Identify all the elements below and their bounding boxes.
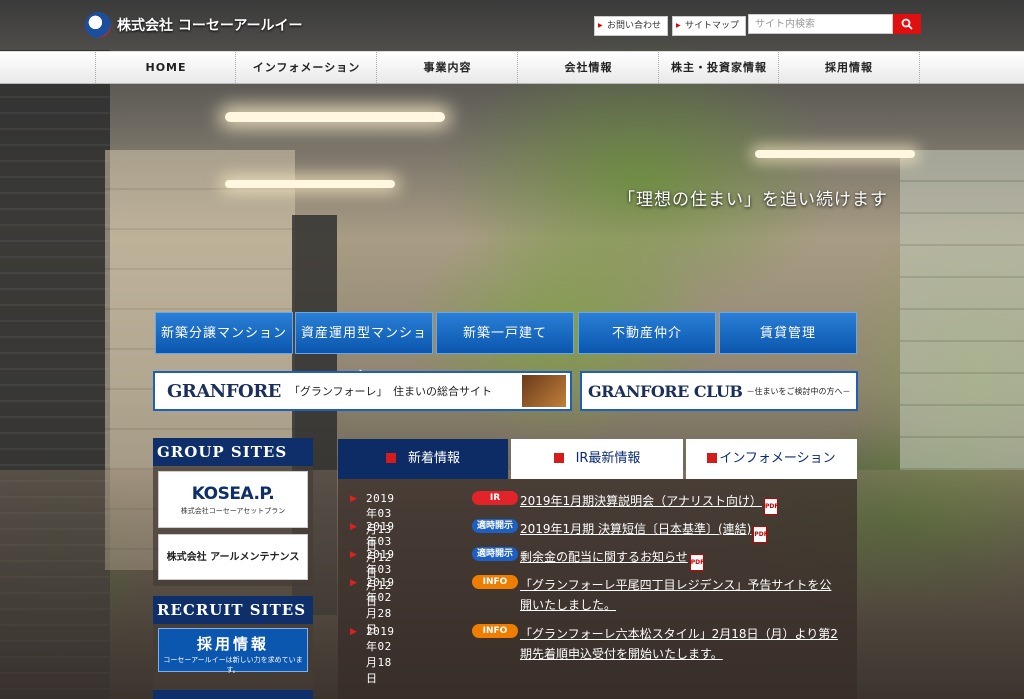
news-badge: 適時開示: [472, 547, 518, 561]
r-maintenance-name: 株式会社 アールメンテナンス: [166, 552, 300, 563]
logo-mark-icon: [85, 12, 111, 38]
tab-marker-icon: [553, 453, 564, 463]
tab-marker-icon: [385, 453, 396, 463]
news-link[interactable]: 2019年1月期決算説明会（アナリスト向け） PDF: [520, 491, 840, 515]
logo-text: 株式会社 コーセーアールイー: [117, 18, 303, 34]
category-rental-button[interactable]: 賃貸管理: [719, 312, 857, 354]
nav-information[interactable]: インフォメーション: [235, 52, 377, 83]
nav-company[interactable]: 会社情報: [517, 52, 659, 83]
koseap-logo: KOSEA.P.: [191, 484, 275, 504]
company-logo[interactable]: 株式会社 コーセーアールイー: [85, 12, 302, 38]
news-tabs: 新着情報 IR最新情報 インフォメーション: [338, 439, 857, 479]
news-title: 剰余金の配当に関するお知らせ: [520, 550, 688, 564]
news-badge: INFO: [472, 624, 518, 638]
nav-ir[interactable]: 株主・投資家情報: [658, 52, 779, 83]
granfore-club-brand: GRANFORE CLUB: [588, 381, 743, 401]
news-title: 「グランフォーレ六本松スタイル」2月18日（月）より第2期先着順申込受付を開始い…: [520, 627, 838, 661]
nav-home[interactable]: HOME: [95, 52, 236, 83]
koseap-sub: 株式会社コーセーアセットプラン: [180, 507, 286, 515]
next-section-title: [153, 690, 313, 699]
granfore-club-banner[interactable]: GRANFORE CLUB －住まいをご検討中の方へ－: [580, 371, 858, 411]
category-new-house-button[interactable]: 新築一戸建て: [436, 312, 574, 354]
news-badge: IR: [472, 491, 518, 505]
group-sites-title: GROUP SITES: [153, 438, 313, 466]
koseap-link[interactable]: KOSEA.P. 株式会社コーセーアセットプラン: [158, 471, 308, 528]
tab-ir-label: IR最新情報: [575, 451, 641, 466]
tab-information-label: インフォメーション: [719, 451, 836, 466]
tab-information[interactable]: インフォメーション: [686, 439, 857, 479]
tab-marker-icon: [707, 453, 718, 463]
arrow-icon: ▶: [350, 494, 357, 504]
pdf-icon: PDF: [763, 498, 778, 515]
news-link[interactable]: 2019年1月期 決算短信〔日本基準〕(連結) PDF: [520, 519, 840, 543]
arrow-icon: ▶: [350, 522, 357, 532]
search-icon: [901, 18, 913, 30]
tab-ir[interactable]: IR最新情報: [511, 439, 683, 479]
r-maintenance-link[interactable]: 株式会社 アールメンテナンス: [158, 534, 308, 580]
arrow-icon: ▶: [350, 627, 357, 637]
ceiling-light: [755, 150, 915, 158]
news-link[interactable]: 「グランフォーレ平尾四丁目レジデンス」予告サイトを公開いたしました。: [520, 575, 840, 615]
granfore-photo: [522, 375, 566, 407]
tab-news-label: 新着情報: [407, 451, 460, 466]
category-brokerage-button[interactable]: 不動産仲介: [578, 312, 716, 354]
tab-news[interactable]: 新着情報: [338, 439, 508, 479]
granfore-banner[interactable]: GRANFORE 「グランフォーレ」 住まいの総合サイト: [153, 371, 572, 411]
news-title: 「グランフォーレ平尾四丁目レジデンス」予告サイトを公開いたしました。: [520, 578, 832, 612]
category-investment-condo-button[interactable]: 資産運用型マンション: [295, 312, 433, 383]
news-title: 2019年1月期決算説明会（アナリスト向け）: [520, 494, 762, 508]
top-header: 株式会社 コーセーアールイー お問い合わせ サイトマップ サイト内検索: [0, 0, 1024, 50]
granfore-brand: GRANFORE: [167, 380, 281, 402]
search-button[interactable]: [893, 14, 921, 34]
nav-recruit[interactable]: 採用情報: [778, 52, 920, 83]
news-title: 2019年1月期 決算短信〔日本基準〕(連結): [520, 522, 752, 536]
main-nav: HOME インフォメーション 事業内容 会社情報 株主・投資家情報 採用情報: [0, 51, 1024, 84]
arrow-icon: ▶: [350, 550, 357, 560]
news-link[interactable]: 「グランフォーレ六本松スタイル」2月18日（月）より第2期先着順申込受付を開始い…: [520, 624, 840, 664]
news-badge: 適時開示: [472, 519, 518, 533]
ceiling-light: [225, 180, 395, 188]
recruit-link[interactable]: 採用情報 コーセーアールイーは新しい力を求めています。: [158, 628, 308, 674]
contact-link[interactable]: お問い合わせ: [594, 16, 669, 36]
nav-business[interactable]: 事業内容: [376, 52, 518, 83]
hero-tagline: 「理想の住まい」を追い続けます: [618, 190, 888, 210]
glass-facade: [900, 150, 1024, 470]
pdf-icon: PDF: [689, 554, 704, 571]
news-link[interactable]: 剰余金の配当に関するお知らせ PDF: [520, 547, 840, 571]
ceiling-light: [225, 112, 445, 122]
recruit-sites-title: RECRUIT SITES: [153, 596, 313, 624]
sitemap-link[interactable]: サイトマップ: [672, 16, 747, 36]
search-input[interactable]: サイト内検索: [748, 14, 893, 34]
recruit-main: 採用情報: [196, 635, 269, 653]
recruit-sub: コーセーアールイーは新しい力を求めています。: [163, 656, 303, 674]
pdf-icon: PDF: [753, 526, 768, 543]
news-date: 2019年02月18日: [366, 625, 395, 685]
granfore-sub: 「グランフォーレ」 住まいの総合サイト: [288, 385, 493, 398]
category-new-condo-button[interactable]: 新築分譲マンション: [155, 312, 293, 354]
granfore-club-sub: －住まいをご検討中の方へ－: [746, 386, 851, 396]
arrow-icon: ▶: [350, 578, 357, 588]
news-badge: INFO: [472, 575, 518, 589]
